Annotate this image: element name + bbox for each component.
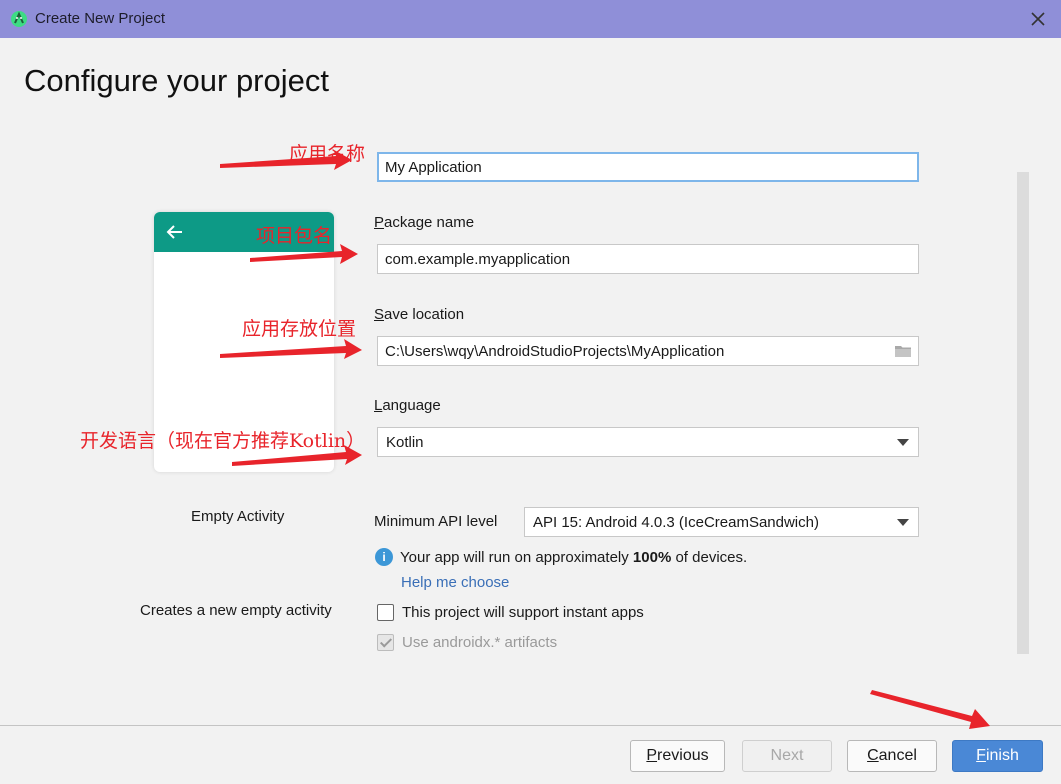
min-api-select[interactable]: API 15: Android 4.0.3 (IceCreamSandwich) — [524, 507, 919, 537]
chevron-down-icon — [897, 519, 909, 526]
package-name-label: Package name — [374, 214, 475, 231]
instant-apps-label: This project will support instant apps — [402, 604, 644, 621]
annotation-app-name: 应用名称 — [289, 143, 366, 165]
language-label: Language — [374, 397, 441, 414]
language-select[interactable]: Kotlin — [377, 427, 919, 457]
save-location-label: Save location — [374, 306, 465, 323]
chevron-down-icon — [897, 439, 909, 446]
androidx-checkbox: Use androidx.* artifacts — [377, 634, 557, 651]
arrow-back-icon — [166, 225, 182, 239]
package-name-input[interactable]: com.example.myapplication — [377, 244, 919, 274]
previous-button[interactable]: Previous — [630, 740, 725, 772]
checkbox-box-checked — [377, 634, 394, 651]
next-button: Next — [742, 740, 832, 772]
close-icon[interactable] — [1029, 10, 1047, 28]
android-studio-icon — [11, 11, 27, 27]
page-title: Configure your project — [24, 63, 329, 98]
template-name: Empty Activity — [191, 508, 285, 525]
template-description: Creates a new empty activity — [140, 602, 332, 619]
device-coverage-info: i Your app will run on approximately 100… — [375, 548, 747, 566]
folder-icon[interactable] — [894, 344, 912, 358]
arrow-finish — [870, 690, 990, 729]
vertical-scrollbar[interactable] — [1017, 172, 1029, 654]
language-value: Kotlin — [386, 434, 424, 451]
window-title: Create New Project — [35, 10, 166, 27]
annotation-language: 开发语言（现在官方推荐Kotlin） — [80, 430, 366, 452]
coverage-text: Your app will run on approximately 100% … — [400, 548, 748, 566]
name-input[interactable]: My Application — [377, 152, 919, 182]
annotation-save-location: 应用存放位置 — [242, 318, 357, 340]
save-location-value: C:\Users\wqy\AndroidStudioProjects\MyApp… — [385, 343, 725, 360]
help-me-choose-link[interactable]: Help me choose — [401, 574, 509, 591]
footer-divider — [0, 725, 1061, 726]
annotation-package-name: 项目包名 — [256, 225, 333, 247]
checkbox-box[interactable] — [377, 604, 394, 621]
instant-apps-checkbox[interactable]: This project will support instant apps — [377, 604, 644, 621]
cancel-button[interactable]: Cancel — [847, 740, 937, 772]
finish-button[interactable]: Finish — [952, 740, 1043, 772]
info-icon: i — [375, 548, 393, 566]
save-location-input[interactable]: C:\Users\wqy\AndroidStudioProjects\MyApp… — [377, 336, 919, 366]
min-api-label: Minimum API level — [374, 513, 498, 530]
androidx-label: Use androidx.* artifacts — [402, 634, 558, 651]
min-api-value: API 15: Android 4.0.3 (IceCreamSandwich) — [533, 514, 819, 531]
title-bar: Create New Project — [0, 0, 1061, 38]
